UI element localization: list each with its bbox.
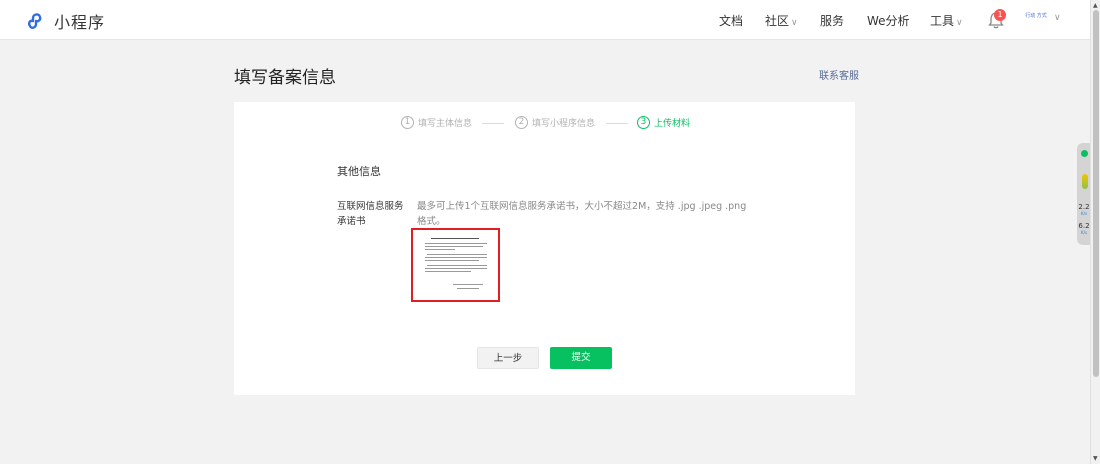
step-label: 上传材料 [654,119,691,129]
nav-tools[interactable]: 工具 ∨ [930,12,963,29]
uploaded-document-thumbnail[interactable] [411,228,500,302]
top-navigation-bar: 小程序 文档 社区 ∨ 服务 We分析 工具 ∨ 1 行动 方式 ∨ [0,0,1090,40]
level-bar-icon [1082,174,1088,189]
scroll-thumb[interactable] [1093,10,1099,377]
nav-tools-label: 工具 [930,14,955,28]
chevron-down-icon[interactable]: ∨ [1054,13,1061,23]
vertical-scrollbar[interactable]: ▲ ▼ [1090,0,1100,464]
avatar[interactable]: 行动 方式 [1025,13,1047,27]
speed-value: 6.2 [1078,222,1090,230]
section-title: 其他信息 [337,165,381,178]
speed-value: 2.2 [1078,203,1090,211]
step-1: 1 填写主体信息 [401,116,472,129]
step-number: 3 [637,116,650,129]
step-label: 填写主体信息 [418,119,473,129]
step-divider [606,123,628,124]
step-2: 2 填写小程序信息 [515,116,595,129]
miniprogram-logo-icon [28,13,42,29]
submit-button[interactable]: 提交 [550,347,612,369]
chevron-down-icon: ∨ [791,18,798,28]
step-3: 3 上传材料 [637,116,690,129]
scroll-down-arrow-icon[interactable]: ▼ [1093,455,1098,462]
speed-unit: K/s [1080,211,1088,216]
app-title: 小程序 [54,13,106,32]
scroll-up-arrow-icon[interactable]: ▲ [1093,2,1098,9]
step-number: 2 [515,116,528,129]
step-divider [482,123,504,124]
field-label: 互联网信息服务承诺书 [337,201,404,227]
nav-community[interactable]: 社区 ∨ [765,12,798,29]
form-card: 1 填写主体信息 2 填写小程序信息 3 上传材料 其他信息 互联网信息服务承诺… [234,102,855,395]
step-number: 1 [401,116,414,129]
document-preview [423,236,490,294]
nav-community-label: 社区 [765,14,790,28]
chevron-down-icon: ∨ [956,18,963,28]
nav-docs[interactable]: 文档 [719,12,743,29]
page-title: 填写备案信息 [234,68,336,88]
status-dot-icon [1081,150,1088,157]
nav-services[interactable]: 服务 [820,12,844,29]
nav-analytics[interactable]: We分析 [867,12,910,29]
network-speed-widget[interactable]: 2.2 K/s 6.2 K/s [1077,143,1091,245]
contact-support-link[interactable]: 联系客服 [819,67,859,82]
speed-unit: K/s [1080,230,1088,235]
notification-badge: 1 [994,9,1006,21]
brand[interactable]: 小程序 [26,9,105,33]
step-label: 填写小程序信息 [532,119,596,129]
field-hint: 最多可上传1个互联网信息服务承诺书，大小不超过2M，支持 .jpg .jpeg … [417,201,747,227]
previous-step-button[interactable]: 上一步 [477,347,539,369]
